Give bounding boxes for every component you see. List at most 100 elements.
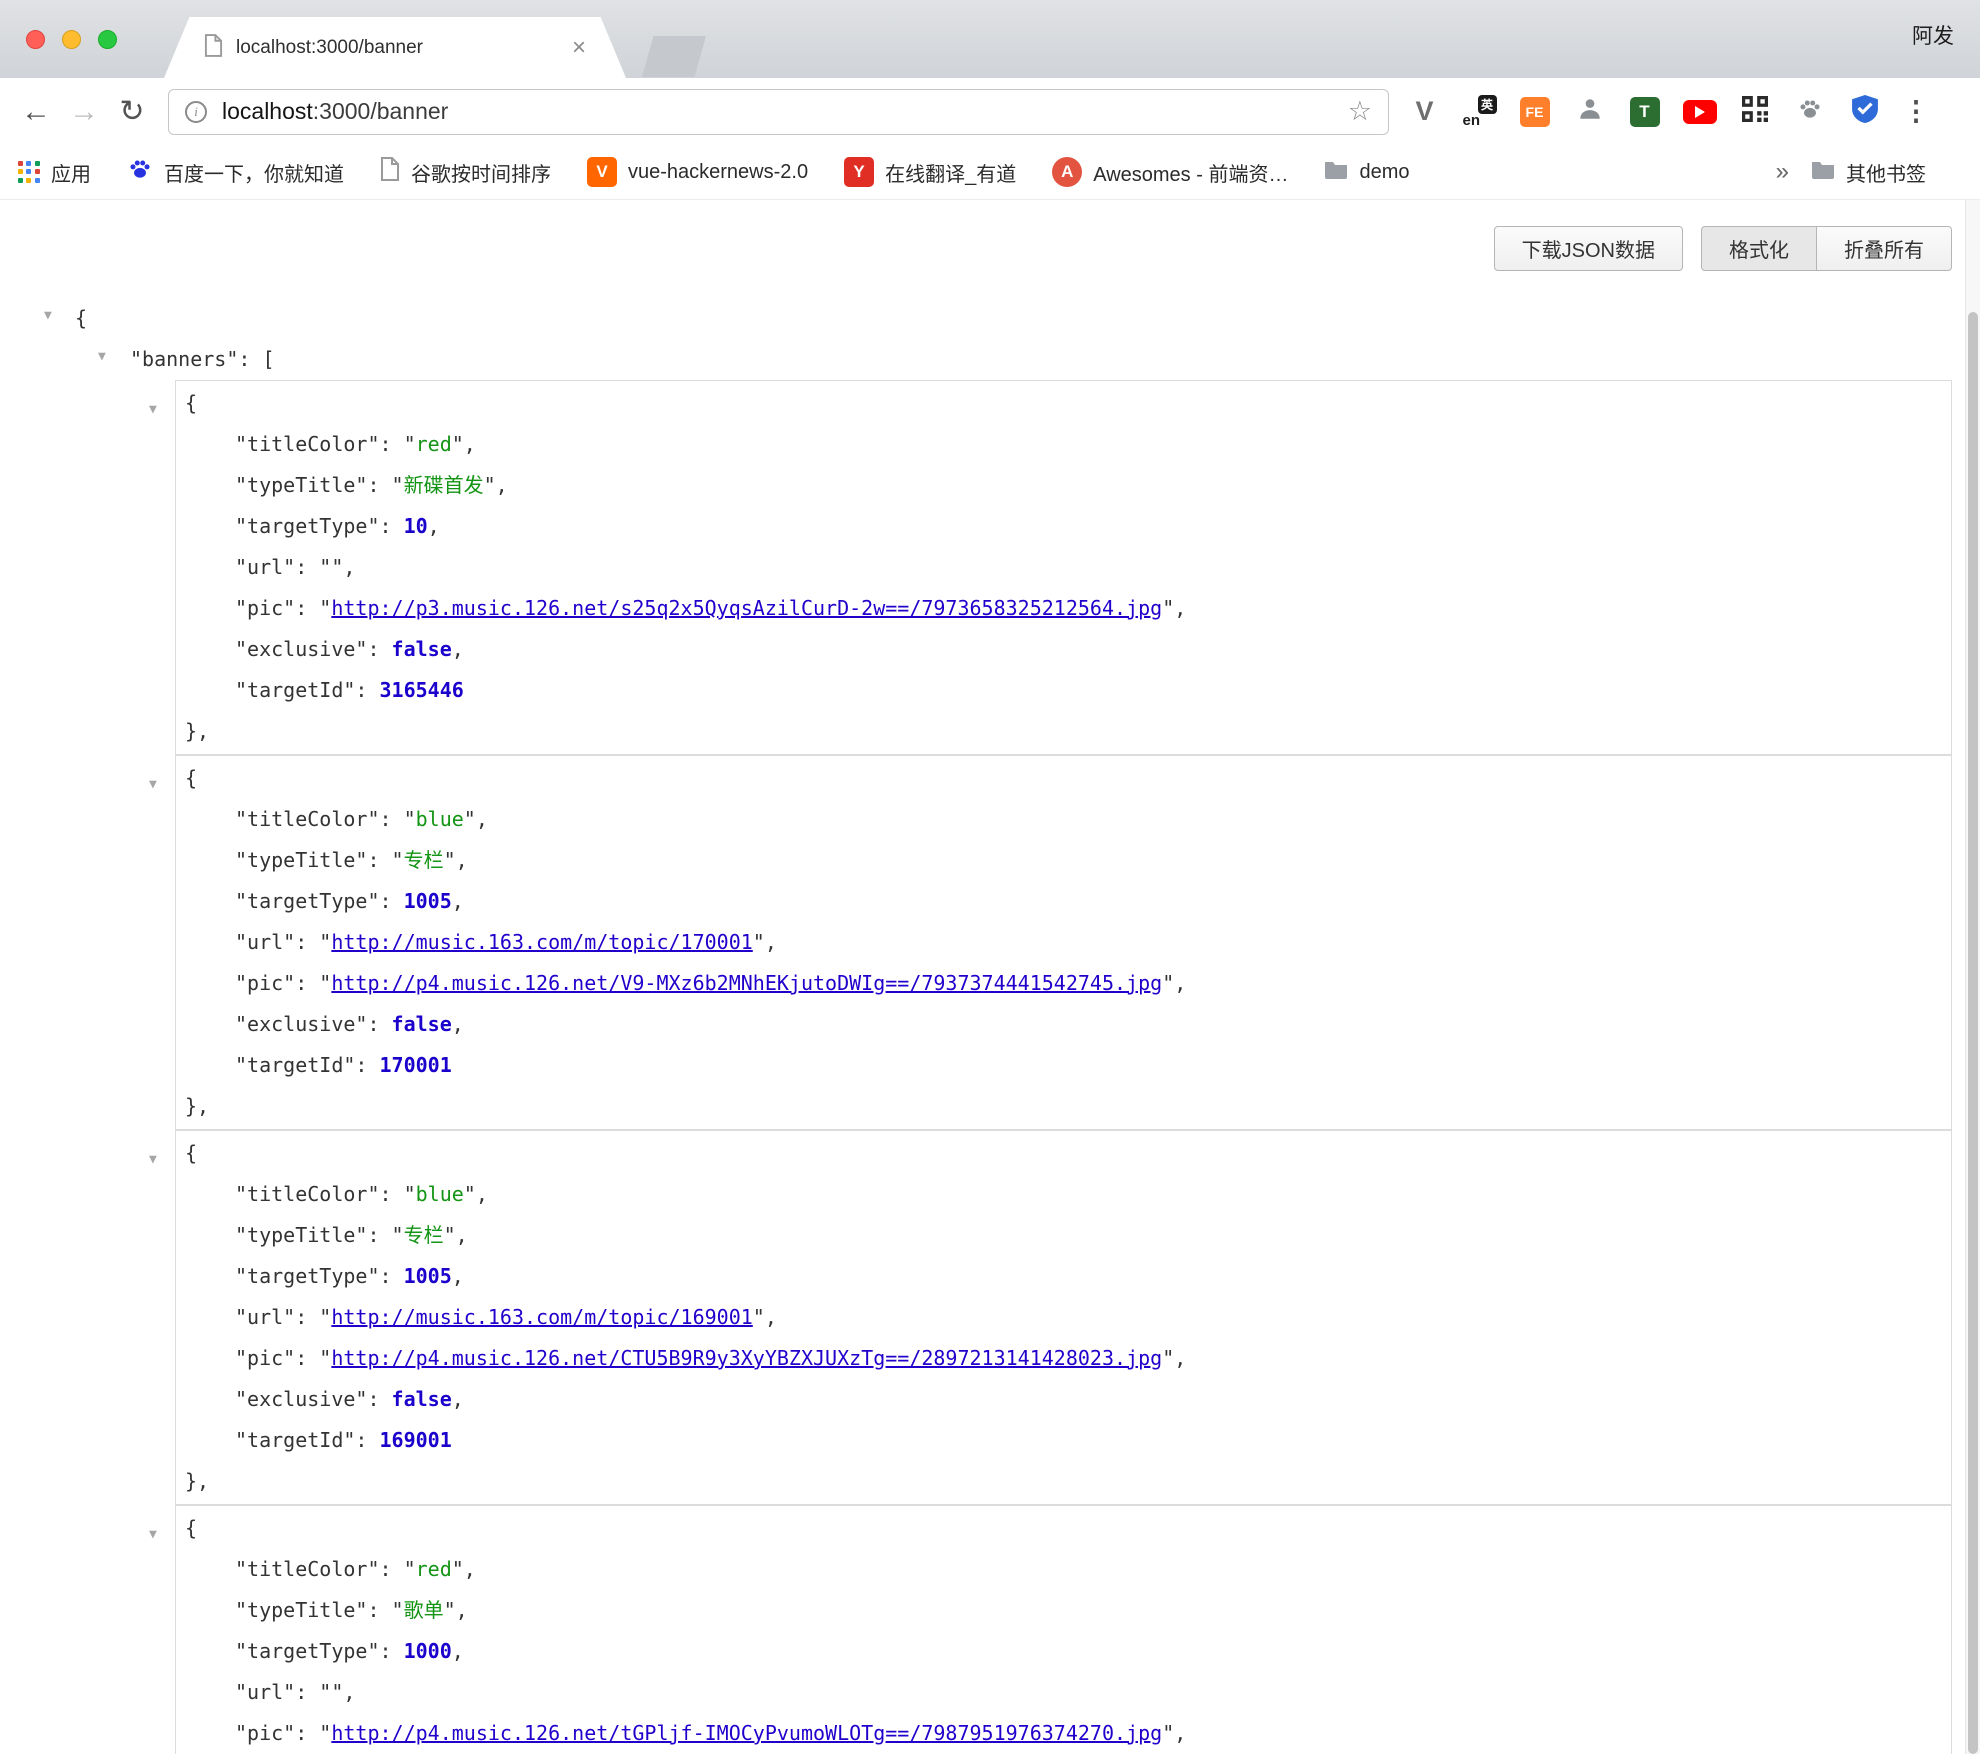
- close-window-button[interactable]: [26, 30, 45, 49]
- download-json-button[interactable]: 下载JSON数据: [1494, 226, 1683, 271]
- json-key: "pic":: [235, 1721, 319, 1745]
- json-property-line: "exclusive": false,: [176, 1379, 1951, 1420]
- collapse-toggle-icon[interactable]: ▼: [44, 295, 52, 336]
- json-property-line: "pic": "http://p4.music.126.net/CTU5B9R9…: [176, 1338, 1951, 1379]
- json-punctuation: ": [404, 1557, 416, 1581]
- json-punctuation: ": [753, 930, 765, 954]
- json-punctuation: ": [319, 596, 331, 620]
- bookmark-item[interactable]: 应用: [18, 158, 91, 187]
- json-property-line: "pic": "http://p3.music.126.net/s25q2x5Q…: [176, 588, 1951, 629]
- baidu-paw-icon: [127, 156, 153, 188]
- json-punctuation: ,: [452, 1012, 464, 1036]
- fehelper-extension-button[interactable]: FE: [1507, 89, 1562, 135]
- json-key: "url":: [235, 1305, 319, 1329]
- json-property-line: "targetType": 1005,: [176, 1256, 1951, 1297]
- json-punctuation: ,: [476, 807, 488, 831]
- back-icon[interactable]: ←: [12, 95, 60, 129]
- security-shield-icon: [1852, 95, 1878, 128]
- json-close-brace-line: },: [176, 1086, 1951, 1127]
- awesomes-a-icon: A: [1052, 157, 1082, 187]
- translate-en-extension-button[interactable]: en英: [1452, 89, 1507, 135]
- other-bookmarks-folder[interactable]: 其他书签: [1811, 158, 1926, 187]
- security-shield-extension-button[interactable]: [1837, 89, 1892, 135]
- collapse-toggle-icon[interactable]: ▼: [149, 1139, 157, 1180]
- org-person-extension-button[interactable]: [1562, 89, 1617, 135]
- json-punctuation: ,: [343, 555, 355, 579]
- url-link[interactable]: http://music.163.com/m/topic/169001: [331, 1305, 752, 1329]
- json-punctuation: },: [185, 1469, 209, 1493]
- vimium-v-extension-button[interactable]: V: [1397, 89, 1452, 135]
- minimize-window-button[interactable]: [62, 30, 81, 49]
- bookmark-item[interactable]: 谷歌按时间排序: [380, 157, 551, 187]
- browser-tab[interactable]: localhost:3000/banner ×: [164, 17, 626, 78]
- new-tab-button[interactable]: [642, 36, 706, 77]
- collapse-toggle-icon[interactable]: ▼: [98, 336, 106, 377]
- json-open-brace-line: {: [176, 758, 1951, 799]
- json-punctuation: ": [444, 1223, 456, 1247]
- bookmark-item[interactable]: Vvue-hackernews-2.0: [587, 157, 808, 187]
- json-key: "targetId":: [235, 678, 380, 702]
- json-boolean-value: false: [392, 637, 452, 661]
- json-key: "targetType":: [235, 1264, 404, 1288]
- url-link[interactable]: http://music.163.com/m/topic/170001: [331, 930, 752, 954]
- youtube-extension-button[interactable]: [1672, 89, 1727, 135]
- json-property-line: "pic": "http://p4.music.126.net/V9-MXz6b…: [176, 963, 1951, 1004]
- json-punctuation: ,: [1174, 596, 1186, 620]
- qrcode-extension-button[interactable]: [1727, 89, 1782, 135]
- address-bar[interactable]: i localhost:3000/banner ☆: [168, 89, 1389, 135]
- scrollbar-thumb[interactable]: [1968, 312, 1978, 1754]
- navigation-bar: ← → ↻ i localhost:3000/banner ☆ Ven英FET …: [0, 78, 1980, 145]
- json-key: "url":: [235, 930, 319, 954]
- json-property-line: "url": "http://music.163.com/m/topic/169…: [176, 1297, 1951, 1338]
- json-number-value: 1005: [404, 889, 452, 913]
- json-tree: ▼{▼"banners": [▼{"titleColor": "red","ty…: [0, 298, 1980, 1754]
- bookmarks-overflow-icon[interactable]: »: [1776, 158, 1789, 186]
- json-punctuation: },: [185, 1094, 209, 1118]
- json-number-value: 3165446: [380, 678, 464, 702]
- json-property-line: "targetId": 170001: [176, 1045, 1951, 1086]
- json-property-line: "targetId": 3165446: [176, 670, 1951, 711]
- youtube-icon: [1683, 100, 1717, 124]
- pic-link[interactable]: http://p4.music.126.net/V9-MXz6b2MNhEKju…: [331, 971, 1162, 995]
- json-property-line: "exclusive": false,: [176, 1004, 1951, 1045]
- json-key: "pic":: [235, 971, 319, 995]
- profile-name[interactable]: 阿发: [1912, 20, 1954, 50]
- bookmark-label: vue-hackernews-2.0: [628, 161, 808, 184]
- paw-extension-button[interactable]: [1782, 89, 1837, 135]
- collapse-all-button[interactable]: 折叠所有: [1817, 226, 1952, 271]
- more-menu-icon[interactable]: ⋮: [1892, 96, 1940, 127]
- reload-icon[interactable]: ↻: [108, 94, 156, 129]
- browser-window: localhost:3000/banner × 阿发 ← → ↻ i local…: [0, 0, 1980, 1754]
- json-key: "titleColor":: [235, 432, 404, 456]
- json-punctuation: ": [1162, 1346, 1174, 1370]
- json-punctuation: ,: [765, 930, 777, 954]
- json-close-brace-line: },: [176, 711, 1951, 752]
- bookmark-item[interactable]: demo: [1324, 159, 1409, 185]
- json-property-line: "url": "",: [176, 547, 1951, 588]
- pic-link[interactable]: http://p4.music.126.net/tGPljf-IMOCyPvum…: [331, 1721, 1162, 1745]
- bookmark-label: 在线翻译_有道: [885, 158, 1016, 187]
- tampermonkey-extension-button[interactable]: T: [1617, 89, 1672, 135]
- json-punctuation: ": [319, 1305, 331, 1329]
- json-array-open-line: ▼"banners": [: [0, 339, 1980, 380]
- collapse-toggle-icon[interactable]: ▼: [149, 1514, 157, 1555]
- json-punctuation: ,: [452, 1264, 464, 1288]
- collapse-toggle-icon[interactable]: ▼: [149, 389, 157, 430]
- json-page-toolbar: 下载JSON数据 格式化 折叠所有: [0, 200, 1980, 271]
- pic-link[interactable]: http://p4.music.126.net/CTU5B9R9y3XyYBZX…: [331, 1346, 1162, 1370]
- format-button[interactable]: 格式化: [1701, 226, 1817, 271]
- bookmark-item[interactable]: 百度一下，你就知道: [127, 156, 344, 188]
- json-key: "titleColor":: [235, 1557, 404, 1581]
- zoom-window-button[interactable]: [98, 30, 117, 49]
- tab-close-icon[interactable]: ×: [572, 36, 586, 60]
- bookmark-item[interactable]: Y在线翻译_有道: [844, 157, 1016, 187]
- json-string-value: red: [416, 1557, 452, 1581]
- bookmark-item[interactable]: AAwesomes - 前端资…: [1052, 157, 1288, 187]
- forward-icon[interactable]: →: [60, 95, 108, 129]
- pic-link[interactable]: http://p3.music.126.net/s25q2x5QyqsAzilC…: [331, 596, 1162, 620]
- bookmark-star-icon[interactable]: ☆: [1348, 96, 1372, 127]
- json-punctuation: ,: [476, 1182, 488, 1206]
- collapse-toggle-icon[interactable]: ▼: [149, 764, 157, 805]
- page-info-icon[interactable]: i: [185, 101, 207, 123]
- json-key: "targetId":: [235, 1428, 380, 1452]
